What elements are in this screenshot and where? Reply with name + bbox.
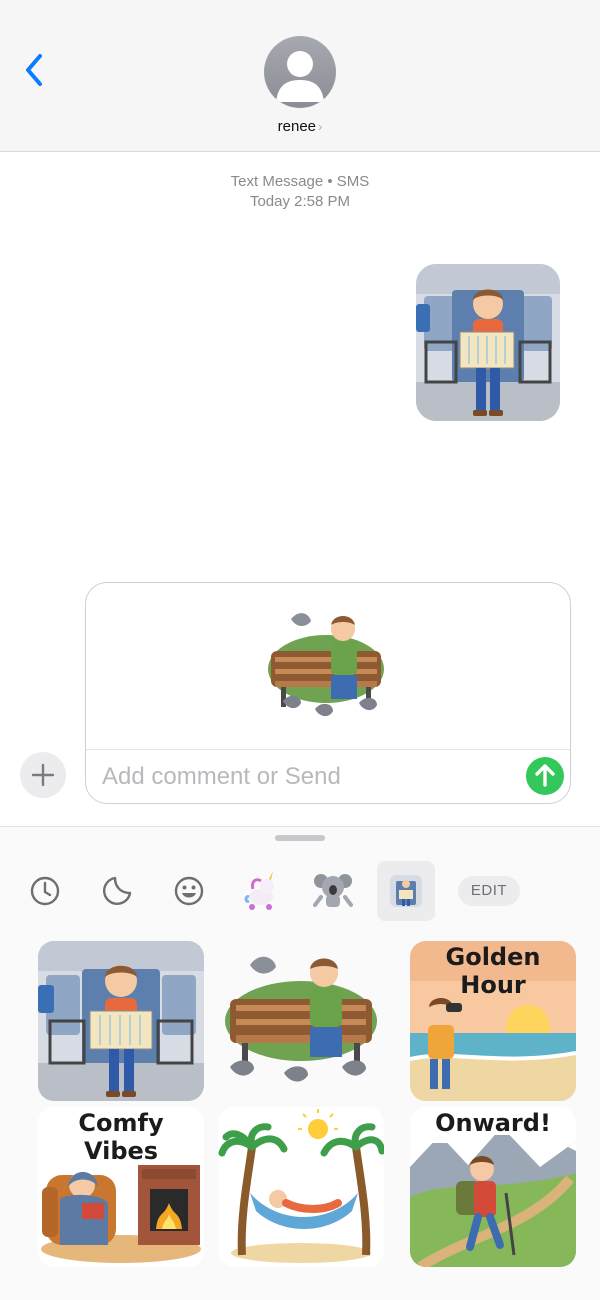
sticker-peel-icon (102, 876, 132, 906)
clock-icon (30, 876, 60, 906)
tab-unicorn-pack[interactable] (232, 861, 290, 921)
pigeon-bench-sticker-image (268, 613, 384, 717)
sticker-hammock-palms[interactable] (218, 1107, 384, 1267)
sticker-caption-comfy-vibes: Comfy Vibes (78, 1109, 164, 1165)
sticker-preview[interactable] (261, 599, 391, 729)
arrow-up-icon (535, 764, 555, 787)
hammock-palms-illustration (218, 1107, 384, 1267)
person-icon (276, 51, 324, 102)
contact-name: renee (277, 118, 317, 135)
add-attachment-button[interactable] (20, 752, 66, 798)
back-button[interactable] (18, 50, 52, 90)
composer-box (85, 582, 571, 804)
traveler-map-illustration (38, 941, 204, 1101)
sticker-tabs: EDIT (0, 861, 600, 921)
sticker-comfy-vibes[interactable]: Comfy Vibes (38, 1107, 204, 1267)
contact-name-button[interactable]: renee › (0, 118, 600, 135)
sticker-traveler-map[interactable] (38, 941, 204, 1101)
sticker-golden-hour[interactable]: Golden Hour (410, 941, 576, 1101)
sticker-onward-hiker[interactable]: Onward! (410, 1107, 576, 1267)
tab-koala-pack[interactable] (304, 861, 362, 921)
traveler-map-sticker-image (416, 264, 560, 421)
sticker-caption-onward: Onward! (435, 1109, 551, 1137)
chevron-left-icon (26, 54, 42, 86)
composer-divider (86, 749, 570, 750)
conversation-header: renee › (0, 0, 600, 152)
contact-avatar[interactable] (264, 36, 336, 108)
edit-button[interactable]: EDIT (458, 876, 520, 906)
drawer-grabber[interactable] (275, 835, 325, 841)
koala-icon (313, 874, 353, 907)
plus-icon (31, 763, 55, 787)
traveler-pack-icon (390, 875, 422, 907)
service-label: Text Message • SMS (230, 173, 370, 190)
sticker-pigeon-bench[interactable] (218, 941, 384, 1101)
message-timestamp: Today 2:58 PM (249, 193, 351, 210)
send-button[interactable] (526, 757, 564, 795)
tab-recents[interactable] (16, 861, 74, 921)
sticker-caption-golden-hour: Golden Hour (445, 943, 541, 999)
tab-traveler-pack[interactable] (377, 861, 435, 921)
comment-input[interactable] (102, 760, 502, 794)
pigeon-bench-illustration (225, 956, 377, 1082)
tab-emoji[interactable] (160, 861, 218, 921)
unicorn-icon (244, 871, 274, 910)
messages-screen: { "header": { "contact_name": "renee", "… (0, 0, 600, 1300)
tab-stickers[interactable] (88, 861, 146, 921)
chevron-right-icon: › (318, 119, 323, 134)
emoji-icon (174, 876, 204, 906)
message-metadata: Text Message • SMS Today 2:58 PM (0, 172, 600, 212)
sticker-drawer: EDIT Golden Hour Comfy Vibes Onward! (0, 826, 600, 1300)
sent-sticker-message[interactable] (416, 264, 560, 421)
